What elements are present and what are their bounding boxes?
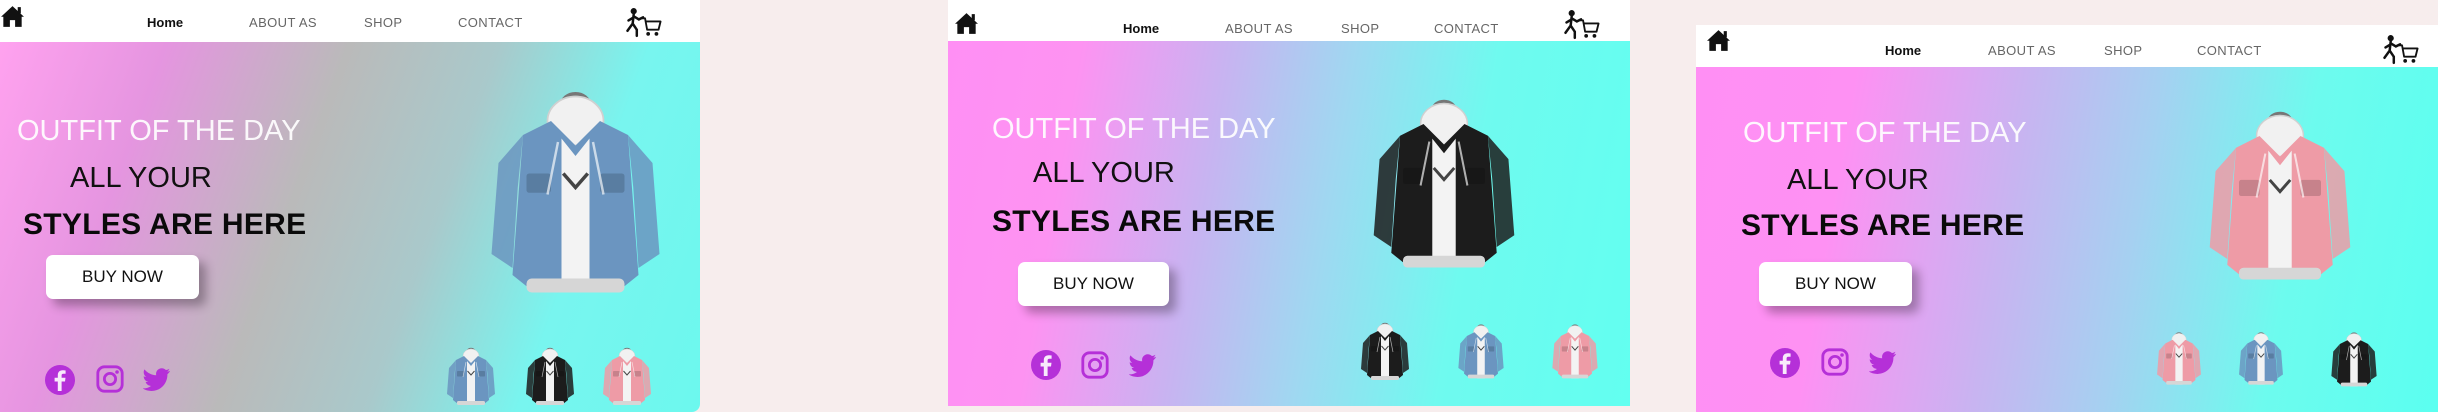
thumbnail-denim-jacket[interactable] — [2237, 327, 2285, 391]
shopping-cart-icon[interactable] — [624, 7, 662, 38]
facebook-icon[interactable] — [1030, 349, 1062, 381]
home-icon[interactable] — [954, 11, 979, 36]
hero-line-2: ALL YOUR — [1033, 157, 1175, 189]
hero-kicker: OUTFIT OF THE DAY — [992, 113, 1276, 145]
thumbnail-denim-jacket[interactable] — [1457, 319, 1505, 385]
instagram-icon[interactable] — [1820, 347, 1850, 377]
screen-frame-2: Home ABOUT AS SHOP CONTACT OUTFIT OF THE… — [948, 0, 1630, 406]
shopping-cart-icon[interactable] — [1562, 9, 1600, 40]
hero-line-3: STYLES ARE HERE — [992, 205, 1276, 238]
shopping-cart-icon[interactable] — [2381, 34, 2419, 65]
nav-home-link[interactable]: Home — [1123, 21, 1159, 36]
thumbnail-pink-jacket[interactable] — [600, 342, 654, 412]
hero-line-3: STYLES ARE HERE — [23, 208, 307, 241]
nav-shop-link[interactable]: SHOP — [2104, 43, 2142, 58]
instagram-icon[interactable] — [95, 364, 125, 394]
thumbnail-black-jacket[interactable] — [2326, 327, 2382, 393]
hero-line-3: STYLES ARE HERE — [1741, 209, 2025, 242]
buy-now-button[interactable]: BUY NOW — [1759, 262, 1912, 306]
nav-contact-link[interactable]: CONTACT — [1434, 21, 1499, 36]
home-icon[interactable] — [1706, 28, 1731, 53]
hero-line-2: ALL YOUR — [70, 162, 212, 194]
navbar: Home ABOUT AS SHOP CONTACT — [1696, 25, 2438, 67]
hero-kicker: OUTFIT OF THE DAY — [17, 115, 301, 147]
hero-line-2: ALL YOUR — [1787, 164, 1929, 196]
facebook-icon[interactable] — [44, 364, 76, 396]
facebook-icon[interactable] — [1769, 347, 1801, 379]
nav-shop-link[interactable]: SHOP — [1341, 21, 1379, 36]
screen-frame-3: Home ABOUT AS SHOP CONTACT OUTFIT OF THE… — [1696, 25, 2438, 412]
twitter-icon[interactable] — [1869, 350, 1897, 376]
featured-jacket-image — [488, 72, 663, 317]
home-icon[interactable] — [0, 4, 25, 29]
hero-kicker: OUTFIT OF THE DAY — [1743, 117, 2027, 149]
thumbnail-black-jacket[interactable] — [1356, 317, 1414, 387]
instagram-icon[interactable] — [1080, 350, 1110, 380]
twitter-icon[interactable] — [143, 367, 171, 393]
nav-about-link[interactable]: ABOUT AS — [249, 15, 317, 30]
featured-jacket-image — [2205, 95, 2355, 300]
buy-now-button[interactable]: BUY NOW — [46, 255, 199, 299]
nav-about-link[interactable]: ABOUT AS — [1225, 21, 1293, 36]
buy-now-button[interactable]: BUY NOW — [1018, 262, 1169, 306]
thumbnail-black-jacket[interactable] — [522, 342, 578, 412]
navbar: Home ABOUT AS SHOP CONTACT — [0, 0, 700, 42]
screen-frame-1: Home ABOUT AS SHOP CONTACT OUTFIT OF THE… — [0, 0, 700, 412]
thumbnail-pink-jacket[interactable] — [1548, 319, 1602, 385]
navbar: Home ABOUT AS SHOP CONTACT — [948, 0, 1630, 41]
hero-banner: OUTFIT OF THE DAY ALL YOUR STYLES ARE HE… — [0, 42, 700, 412]
nav-contact-link[interactable]: CONTACT — [458, 15, 523, 30]
nav-shop-link[interactable]: SHOP — [364, 15, 402, 30]
twitter-icon[interactable] — [1129, 353, 1157, 379]
hero-banner: OUTFIT OF THE DAY ALL YOUR STYLES ARE HE… — [1696, 67, 2438, 412]
nav-home-link[interactable]: Home — [147, 15, 183, 30]
thumbnail-pink-jacket[interactable] — [2155, 327, 2203, 391]
featured-jacket-image — [1370, 83, 1518, 288]
nav-about-link[interactable]: ABOUT AS — [1988, 43, 2056, 58]
nav-contact-link[interactable]: CONTACT — [2197, 43, 2262, 58]
thumbnail-denim-jacket[interactable] — [445, 342, 497, 412]
nav-home-link[interactable]: Home — [1885, 43, 1921, 58]
hero-banner: OUTFIT OF THE DAY ALL YOUR STYLES ARE HE… — [948, 41, 1630, 406]
